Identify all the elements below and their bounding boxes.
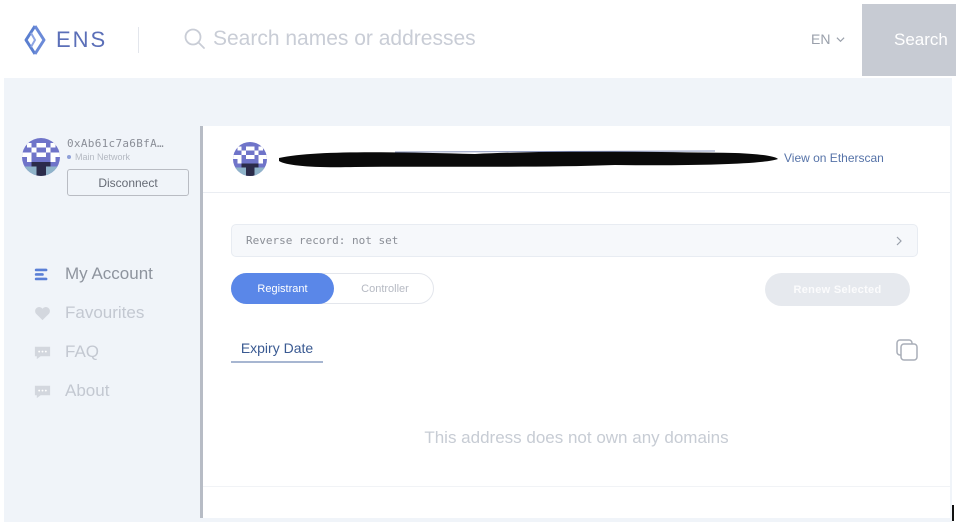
heart-icon [32,303,52,323]
renew-selected-button[interactable]: Renew Selected [765,273,910,306]
reverse-record-bar[interactable]: Reverse record: not set [231,224,918,257]
search-icon [184,28,205,49]
card-footer-divider [203,486,950,487]
card-header-divider [203,192,950,193]
sidebar-item-label: Favourites [65,303,145,322]
sidebar-item-label: My Account [65,264,153,283]
chevron-down-icon [836,36,845,42]
language-selector[interactable]: EN [811,31,845,47]
network-status: Main Network [67,152,130,162]
list-icon [32,264,52,284]
logo-text: ENS [56,27,108,52]
redacted-address [279,150,778,168]
account-address: 0xAb61c7a6BfA… [67,137,164,150]
tab-registrant[interactable]: Registrant [231,273,334,304]
sidebar-item-label: About [65,381,110,400]
copy-icon [896,339,918,361]
language-label: EN [811,31,831,47]
role-toggle: Registrant Controller [231,273,434,304]
sidebar-item-about[interactable]: About [32,381,109,401]
chat-bubble-icon [32,381,52,401]
sidebar-item-label: FAQ [65,342,100,361]
search-input[interactable] [213,22,773,56]
identicon [22,138,60,176]
ens-logo[interactable]: ENS [20,24,107,56]
empty-state-message: This address does not own any domains [424,428,729,447]
expiry-date-sort[interactable]: Expiry Date [231,337,323,363]
search-button[interactable]: Search [862,4,956,76]
identicon [233,142,267,176]
top-header: ENS EN Search [0,0,956,78]
network-dot-icon [67,155,71,159]
reverse-record-text: Reverse record: not set [246,234,399,247]
account-card: View on Etherscan Reverse record: not se… [203,126,950,518]
avatar [22,138,60,176]
cursor-mark [952,505,954,521]
chevron-right-icon [896,236,902,246]
tab-controller[interactable]: Controller [335,273,435,304]
header-divider [138,27,139,53]
chat-bubble-icon [32,342,52,362]
sidebar-item-favourites[interactable]: Favourites [32,303,144,323]
view-on-etherscan-link[interactable]: View on Etherscan [784,151,884,165]
disconnect-button[interactable]: Disconnect [67,169,189,196]
avatar [233,142,267,176]
ens-logo-icon [24,25,46,55]
sidebar-item-faq[interactable]: FAQ [32,342,99,362]
sidebar-item-my-account[interactable]: My Account [32,264,153,284]
network-label: Main Network [75,152,131,162]
